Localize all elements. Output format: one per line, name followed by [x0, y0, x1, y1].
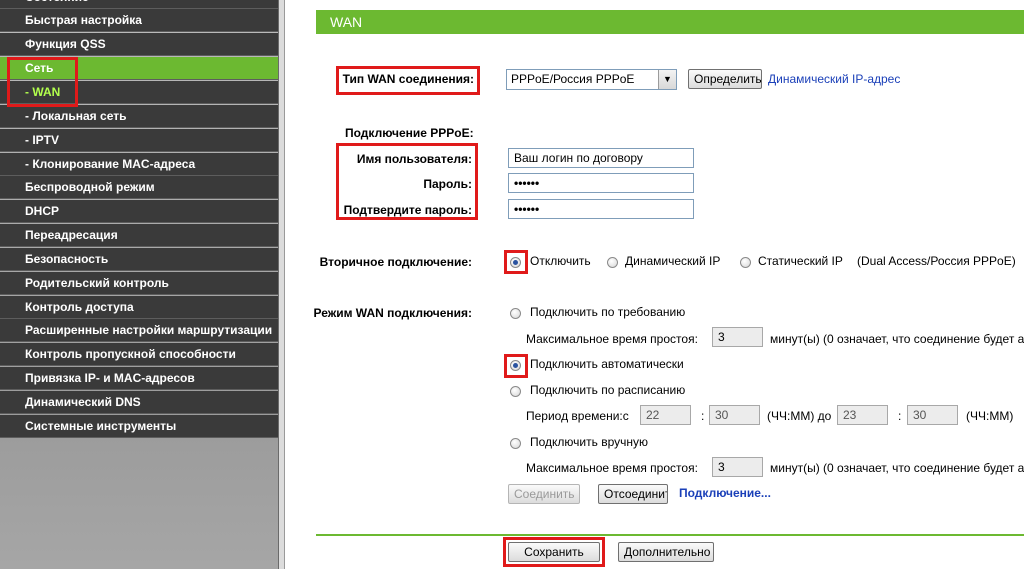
sidebar-item-forwarding[interactable]: Переадресация [0, 224, 278, 247]
secondary-disable-radio[interactable] [510, 257, 521, 268]
divider [316, 534, 1024, 536]
sidebar-item-status[interactable]: Состояние [0, 0, 278, 9]
sidebar-item-dhcp[interactable]: DHCP [0, 200, 278, 223]
mode-on-demand-label: Подключить по требованию [530, 305, 686, 319]
max-idle-label-2: Максимальное время простоя: [526, 461, 698, 475]
page-title: WAN [316, 10, 1024, 34]
mode-auto-label: Подключить автоматически [530, 357, 684, 371]
period-to-minute-field[interactable]: 30 [907, 405, 958, 425]
secondary-label: Вторичное подключение: [319, 255, 472, 269]
secondary-static-label: Статический IP [758, 254, 843, 268]
hhmm-to-label: (ЧЧ:ММ) до [767, 409, 832, 423]
max-idle-suffix: минут(ы) (0 означает, что соединение буд… [770, 332, 1024, 346]
disconnect-button[interactable]: Отсоединить [598, 484, 668, 504]
username-field[interactable]: Ваш логин по договору [508, 148, 694, 168]
sidebar-item-qss[interactable]: Функция QSS [0, 33, 278, 56]
secondary-disable-label: Отключить [530, 254, 591, 268]
pppoe-section-label: Подключение PPPoE: [345, 126, 474, 140]
wan-type-select[interactable]: PPPoE/Россия PPPoE ▼ [506, 69, 677, 90]
max-idle-suffix-2: минут(ы) (0 означает, что соединение буд… [770, 461, 1024, 475]
sidebar-item-network[interactable]: Сеть [0, 57, 278, 80]
secondary-static-radio[interactable] [740, 257, 751, 268]
password-label: Пароль: [423, 177, 472, 191]
dynamic-ip-link[interactable]: Динамический IP-адрес [768, 72, 900, 86]
sidebar-item-wireless[interactable]: Беспроводной режим [0, 176, 278, 199]
sidebar-item-access-control[interactable]: Контроль доступа [0, 296, 278, 319]
period-to-hour-field[interactable]: 23 [837, 405, 888, 425]
sidebar-item-wan[interactable]: - WAN [0, 81, 278, 104]
wan-type-label: Тип WAN соединения: [342, 72, 474, 86]
mode-auto-radio[interactable] [510, 360, 521, 371]
max-idle-field[interactable]: 3 [712, 327, 763, 347]
sidebar-item-iptv[interactable]: - IPTV [0, 129, 278, 152]
sidebar-item-ip-mac-binding[interactable]: Привязка IP- и MAC-адресов [0, 367, 278, 390]
divider [284, 0, 285, 569]
sidebar-item-security[interactable]: Безопасность [0, 248, 278, 271]
sidebar-item-advanced-routing[interactable]: Расширенные настройки маршрутизации [0, 319, 278, 342]
time-colon: : [898, 409, 902, 423]
sidebar-item-ddns[interactable]: Динамический DNS [0, 391, 278, 414]
secondary-dynamic-label: Динамический IP [625, 254, 721, 268]
username-label: Имя пользователя: [356, 152, 472, 166]
mode-schedule-label: Подключить по расписанию [530, 383, 686, 397]
period-from-minute-field[interactable]: 30 [709, 405, 760, 425]
sidebar-item-parental-control[interactable]: Родительский контроль [0, 272, 278, 295]
hhmm-label: (ЧЧ:ММ) [966, 409, 1014, 423]
chevron-down-icon: ▼ [658, 70, 676, 89]
sidebar-item-lan[interactable]: - Локальная сеть [0, 105, 278, 128]
sidebar: Состояние Быстрая настройка Функция QSS … [0, 0, 279, 569]
secondary-dynamic-radio[interactable] [607, 257, 618, 268]
sidebar-item-system-tools[interactable]: Системные инструменты [0, 415, 278, 438]
mode-manual-label: Подключить вручную [530, 435, 648, 449]
connect-button[interactable]: Соединить [508, 484, 580, 504]
confirm-password-label: Подтвердите пароль: [343, 203, 472, 217]
advanced-button[interactable]: Дополнительно [618, 542, 714, 562]
mode-on-demand-radio[interactable] [510, 308, 521, 319]
password-field[interactable]: •••••• [508, 173, 694, 193]
period-from-hour-field[interactable]: 22 [640, 405, 691, 425]
wan-type-selected: PPPoE/Россия PPPoE [511, 72, 635, 86]
period-label: Период времени:с [526, 409, 629, 423]
wan-mode-label: Режим WAN подключения: [313, 306, 472, 320]
mode-manual-radio[interactable] [510, 438, 521, 449]
detect-button[interactable]: Определить [688, 69, 762, 89]
save-button[interactable]: Сохранить [508, 542, 600, 562]
sidebar-item-mac-clone[interactable]: - Клонирование MAC-адреса [0, 153, 278, 176]
confirm-password-field[interactable]: •••••• [508, 199, 694, 219]
connection-status-link[interactable]: Подключение... [679, 486, 771, 500]
mode-schedule-radio[interactable] [510, 386, 521, 397]
secondary-note: (Dual Access/Россия PPPoE) [857, 254, 1016, 268]
sidebar-item-quick-setup[interactable]: Быстрая настройка [0, 9, 278, 32]
max-idle-field-2[interactable]: 3 [712, 457, 763, 477]
max-idle-label: Максимальное время простоя: [526, 332, 698, 346]
sidebar-item-bandwidth-control[interactable]: Контроль пропускной способности [0, 343, 278, 366]
time-colon: : [701, 409, 705, 423]
